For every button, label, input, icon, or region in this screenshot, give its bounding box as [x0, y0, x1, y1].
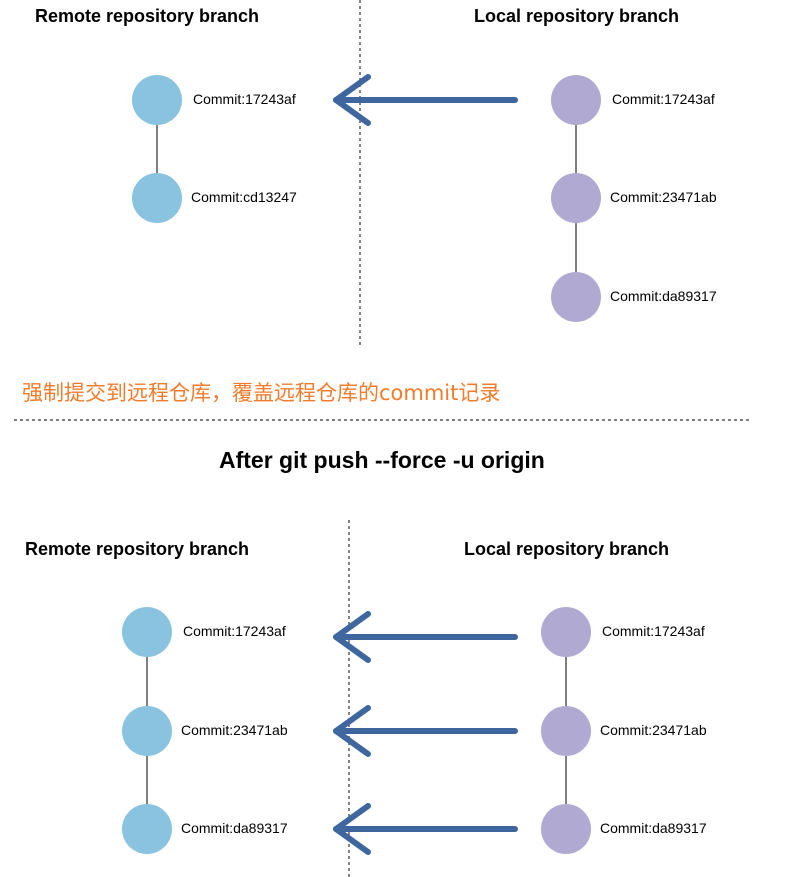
bottom-push-arrow: [333, 611, 518, 663]
bottom-local-header: Local repository branch: [464, 539, 670, 559]
bottom-local-commit-label: Commit:23471ab: [600, 722, 707, 738]
top-remote-commit-label: Commit:17243af: [193, 91, 296, 107]
bottom-local-commit-label: Commit:17243af: [602, 623, 705, 639]
bottom-remote-header: Remote repository branch: [25, 539, 250, 559]
after-push-title: After git push --force -u origin: [219, 447, 545, 473]
top-remote-header: Remote repository branch: [35, 6, 260, 26]
force-push-note: 强制提交到远程仓库，覆盖远程仓库的commit记录: [22, 381, 501, 405]
bottom-remote-commit-label: Commit:23471ab: [181, 722, 288, 738]
top-local-commit-node: [551, 75, 601, 125]
top-local-commit-label: Commit:23471ab: [610, 189, 717, 205]
top-local-commit-node: [551, 173, 601, 223]
bottom-local-commit-node: [541, 804, 591, 854]
top-remote-commit-node: [132, 173, 182, 223]
top-local-header: Local repository branch: [474, 6, 680, 26]
bottom-remote-commit-label: Commit:17243af: [183, 623, 286, 639]
top-local-commit-label: Commit:17243af: [612, 91, 715, 107]
bottom-remote-commit-label: Commit:da89317: [181, 820, 288, 836]
bottom-local-commit-label: Commit:da89317: [600, 820, 707, 836]
bottom-push-arrow: [333, 705, 518, 757]
top-remote-commit-node: [132, 75, 182, 125]
bottom-push-arrow: [333, 803, 518, 855]
bottom-local-commit-node: [541, 607, 591, 657]
top-local-commit-node: [551, 272, 601, 322]
bottom-local-commit-node: [541, 706, 591, 756]
bottom-remote-commit-node: [122, 607, 172, 657]
top-remote-commit-label: Commit:cd13247: [191, 189, 297, 205]
bottom-remote-commit-node: [122, 706, 172, 756]
top-push-arrow: [333, 74, 518, 126]
diagram-canvas: [14, 0, 752, 877]
top-local-commit-label: Commit:da89317: [610, 288, 717, 304]
bottom-remote-commit-node: [122, 804, 172, 854]
